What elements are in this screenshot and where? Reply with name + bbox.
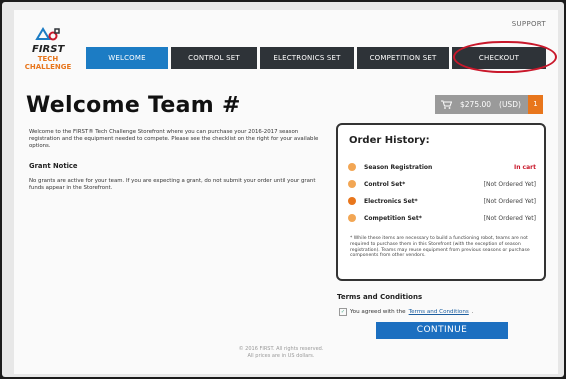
terms-suffix: . xyxy=(471,309,474,315)
order-item-status: In cart xyxy=(513,163,536,171)
order-item-label: Electronics Set* xyxy=(364,197,418,205)
order-item-status: [Not Ordered Yet] xyxy=(483,180,536,188)
grant-notice-heading: Grant Notice xyxy=(29,162,78,170)
first-tech-challenge-logo[interactable]: FIRST TECH CHALLENGE xyxy=(24,26,76,80)
grant-notice-text: No grants are active for your team. If y… xyxy=(29,178,316,191)
order-row-competition-set[interactable]: Competition Set* [Not Ordered Yet] xyxy=(348,212,536,224)
order-item-status: [Not Ordered Yet] xyxy=(483,197,536,205)
cart-amount: $275.00 xyxy=(460,100,492,109)
cart-summary: $275.00 (USD) xyxy=(435,95,528,114)
order-item-label: Season Registration xyxy=(364,163,433,171)
tab-electronics-set[interactable]: ELECTRONICS SET xyxy=(260,47,354,69)
order-row-electronics-set[interactable]: Electronics Set* [Not Ordered Yet] xyxy=(348,195,536,207)
tab-welcome[interactable]: WELCOME xyxy=(86,47,168,69)
order-item-label: Competition Set* xyxy=(364,214,422,222)
first-logo-icon xyxy=(35,27,60,41)
registration-icon xyxy=(348,163,356,171)
order-history-footnote: * While these items are necessary to bui… xyxy=(350,236,530,259)
order-item-label: Control Set* xyxy=(364,180,406,188)
terms-agreed-text: You agreed with the xyxy=(350,309,406,315)
terms-agreement: ✓ You agreed with the Terms and Conditio… xyxy=(339,308,474,316)
terms-heading: Terms and Conditions xyxy=(337,293,423,301)
tab-control-set[interactable]: CONTROL SET xyxy=(171,47,257,69)
footer-currency-note: All prices are in US dollars. xyxy=(247,353,315,359)
logo-challenge-text: CHALLENGE xyxy=(24,63,72,71)
support-link[interactable]: SUPPORT xyxy=(512,20,546,28)
competition-set-icon xyxy=(348,214,356,222)
footer-copyright: © 2016 FIRST. All rights reserved. xyxy=(238,346,324,352)
cart-count-badge: 1 xyxy=(528,95,543,114)
order-item-status: [Not Ordered Yet] xyxy=(483,214,536,222)
page-footer: © 2016 FIRST. All rights reserved. All p… xyxy=(14,346,558,360)
terms-checkbox[interactable]: ✓ xyxy=(339,308,347,316)
logo-tech-text: TECH xyxy=(37,55,59,63)
logo-first-text: FIRST xyxy=(32,44,65,55)
page-title: Welcome Team # xyxy=(26,93,241,118)
order-row-season-registration[interactable]: Season Registration In cart xyxy=(348,161,536,173)
cart-button[interactable]: $275.00 (USD) 1 xyxy=(435,95,543,114)
tab-competition-set[interactable]: COMPETITION SET xyxy=(357,47,449,69)
storefront-page: SUPPORT FIRST TECH CHALLENGE WELCOME CON… xyxy=(14,10,558,374)
order-history-title: Order History: xyxy=(349,135,430,146)
terms-conditions-link[interactable]: Terms and Conditions xyxy=(409,309,469,315)
continue-button[interactable]: CONTINUE xyxy=(376,322,508,339)
welcome-intro-text: Welcome to the FIRST® Tech Challenge Sto… xyxy=(29,129,319,149)
order-history-panel: Order History: Season Registration In ca… xyxy=(336,123,546,281)
electronics-set-icon xyxy=(348,197,356,205)
cart-icon xyxy=(441,100,452,109)
checkout-highlight-circle xyxy=(453,41,557,73)
control-set-icon xyxy=(348,180,356,188)
order-row-control-set[interactable]: Control Set* [Not Ordered Yet] xyxy=(348,178,536,190)
cart-currency: (USD) xyxy=(499,100,521,109)
window-frame: SUPPORT FIRST TECH CHALLENGE WELCOME CON… xyxy=(2,2,564,377)
